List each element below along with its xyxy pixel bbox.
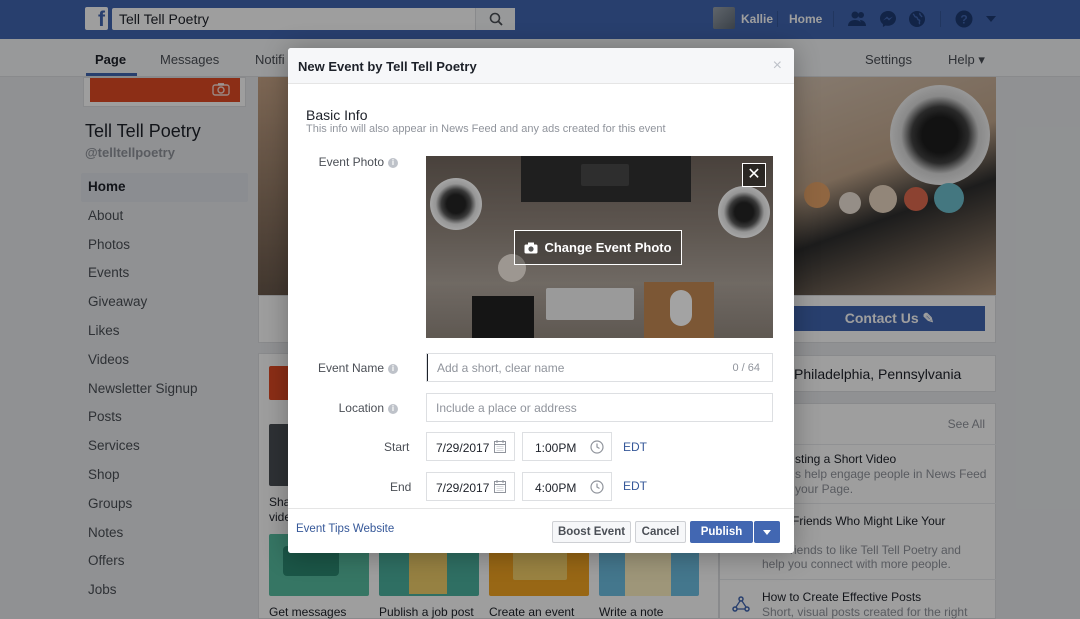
- boost-event-button[interactable]: Boost Event: [552, 521, 631, 543]
- start-time-value: 1:00PM: [535, 441, 577, 455]
- camera-icon: [524, 242, 538, 253]
- section-title: Basic Info: [306, 107, 368, 123]
- change-event-photo-label: Change Event Photo: [544, 240, 672, 255]
- cancel-button[interactable]: Cancel: [635, 521, 686, 543]
- timezone-link[interactable]: EDT: [623, 440, 647, 454]
- location-label-text: Location: [338, 401, 384, 415]
- end-time-picker[interactable]: 4:00PM: [522, 472, 612, 501]
- event-photo-label-text: Event Photo: [318, 155, 384, 169]
- chevron-down-icon: [763, 530, 771, 535]
- timezone-link[interactable]: EDT: [623, 479, 647, 493]
- event-photo[interactable]: ✕ Change Event Photo: [426, 156, 773, 338]
- close-icon[interactable]: ×: [773, 57, 782, 75]
- info-icon[interactable]: i: [388, 157, 398, 168]
- event-tips-link[interactable]: Event Tips Website: [296, 523, 394, 535]
- section-subtitle: This info will also appear in News Feed …: [306, 123, 666, 135]
- location-input[interactable]: [427, 394, 772, 421]
- location-field: [426, 393, 773, 422]
- event-name-input[interactable]: [427, 354, 717, 381]
- event-photo-label: Event Photo i: [298, 155, 398, 169]
- start-date-picker[interactable]: 7/29/2017: [426, 432, 515, 461]
- start-label: Start: [384, 440, 410, 454]
- dialog-header: New Event by Tell Tell Poetry ×: [288, 48, 794, 84]
- clock-icon[interactable]: [590, 440, 604, 454]
- event-name-field: 0 / 64: [426, 353, 773, 382]
- publish-button[interactable]: Publish: [690, 521, 753, 543]
- event-name-label: Event Name i: [298, 361, 398, 375]
- remove-photo-close-icon[interactable]: ✕: [742, 163, 766, 187]
- dialog-title: New Event by Tell Tell Poetry: [298, 59, 477, 74]
- end-date-value: 7/29/2017: [436, 481, 490, 495]
- clock-icon[interactable]: [590, 480, 604, 494]
- info-icon[interactable]: i: [388, 403, 398, 414]
- event-name-label-text: Event Name: [317, 361, 384, 375]
- change-event-photo-button[interactable]: Change Event Photo: [514, 230, 682, 265]
- calendar-icon[interactable]: [494, 480, 506, 493]
- new-event-dialog: New Event by Tell Tell Poetry × Basic In…: [288, 48, 794, 553]
- end-time-value: 4:00PM: [535, 481, 577, 495]
- calendar-icon[interactable]: [494, 440, 506, 453]
- publish-options-button[interactable]: [754, 521, 780, 543]
- start-time-picker[interactable]: 1:00PM: [522, 432, 612, 461]
- end-date-picker[interactable]: 7/29/2017: [426, 472, 515, 501]
- start-date-value: 7/29/2017: [436, 441, 490, 455]
- info-icon[interactable]: i: [388, 363, 398, 374]
- character-counter: 0 / 64: [732, 362, 760, 374]
- dialog-footer: Event Tips Website Boost Event Cancel Pu…: [288, 508, 794, 553]
- end-label: End: [390, 480, 412, 494]
- location-label: Location i: [298, 401, 398, 415]
